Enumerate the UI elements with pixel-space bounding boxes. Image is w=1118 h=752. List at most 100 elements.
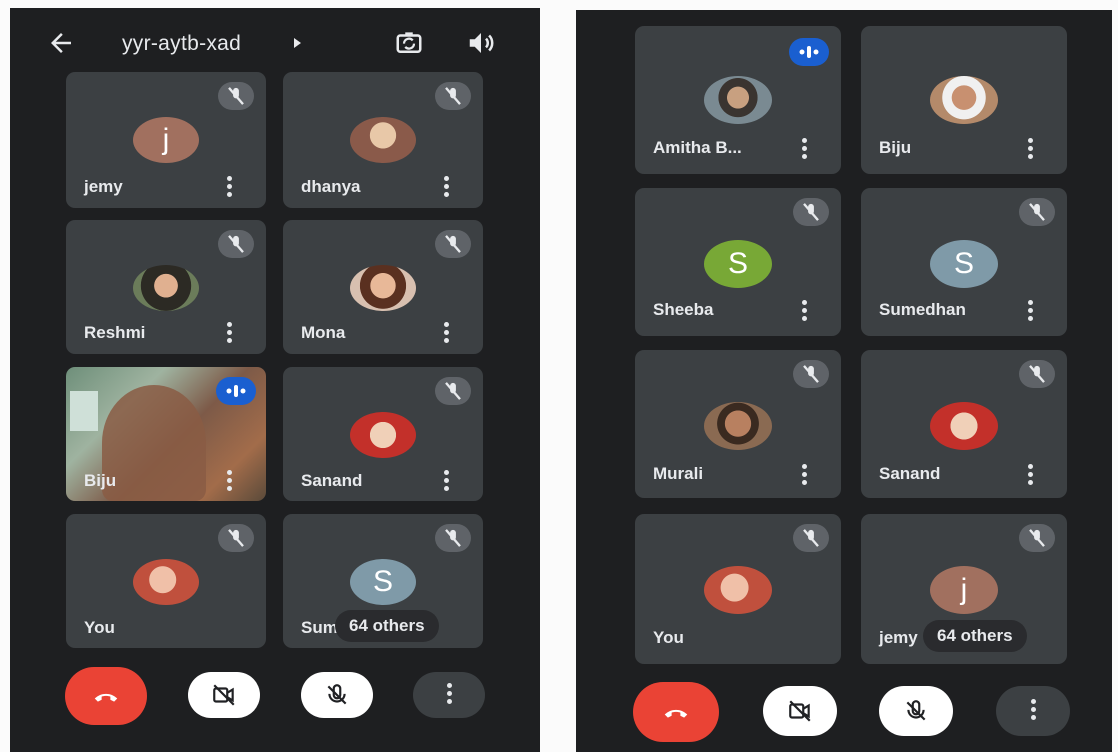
- mic-toggle-button[interactable]: [879, 686, 953, 736]
- chevron-right-icon[interactable]: [294, 38, 301, 48]
- hang-up-button[interactable]: [633, 682, 719, 742]
- mic-off-icon: [793, 524, 829, 552]
- more-vert-icon[interactable]: [443, 470, 449, 494]
- mic-off-icon: [1019, 198, 1055, 226]
- participant-name: Sanand: [879, 464, 941, 483]
- participant-name: You: [653, 628, 684, 647]
- more-vert-icon[interactable]: [226, 470, 232, 494]
- participant-tile[interactable]: Reshmi: [66, 220, 266, 354]
- mic-off-icon: [435, 524, 471, 552]
- mic-toggle-button[interactable]: [301, 672, 373, 718]
- avatar: [133, 265, 199, 311]
- participant-name: dhanya: [301, 177, 361, 196]
- more-vert-icon[interactable]: [801, 464, 807, 488]
- more-vert-icon[interactable]: [226, 176, 232, 200]
- more-vert-icon[interactable]: [443, 322, 449, 346]
- speaking-indicator-icon: [789, 38, 829, 66]
- more-vert-icon[interactable]: [1027, 138, 1033, 162]
- avatar: j: [133, 117, 199, 163]
- phone-hangup-icon: [94, 693, 118, 702]
- avatar: [704, 76, 772, 124]
- video-feed: [102, 385, 206, 501]
- others-count-chip[interactable]: 64 others: [923, 620, 1027, 652]
- participant-name: jemy: [879, 628, 918, 647]
- mic-off-icon: [1019, 524, 1055, 552]
- switch-camera-icon[interactable]: [394, 28, 424, 58]
- participant-tile[interactable]: You: [635, 514, 841, 664]
- participant-tile[interactable]: Amitha B...: [635, 26, 841, 174]
- participant-tile[interactable]: Sanand: [861, 350, 1067, 498]
- participant-name: Biju: [84, 471, 117, 490]
- participant-name: Sheeba: [653, 300, 714, 319]
- avatar: [350, 265, 416, 311]
- avatar: [930, 76, 998, 124]
- participant-tile[interactable]: Murali: [635, 350, 841, 498]
- back-arrow-icon[interactable]: [46, 28, 76, 58]
- avatar: S: [930, 240, 998, 288]
- avatar: [704, 566, 772, 614]
- more-vert-icon[interactable]: [226, 322, 232, 346]
- camera-off-icon: [789, 700, 811, 722]
- avatar: S: [350, 559, 416, 605]
- camera-toggle-button[interactable]: [763, 686, 837, 736]
- participant-name: Murali: [653, 464, 704, 483]
- video-window: [70, 391, 98, 431]
- mic-off-icon: [906, 700, 926, 721]
- avatar: j: [930, 566, 998, 614]
- right-phone-screen: Amitha B... Biju S Sheeba S Sumedhan Mur…: [576, 10, 1112, 752]
- participant-tile[interactable]: S Sumedhan: [861, 188, 1067, 336]
- participant-name: Sumedhan: [879, 300, 966, 319]
- participant-tile[interactable]: Mona: [283, 220, 483, 354]
- participant-name: jemy: [84, 177, 123, 196]
- phone-hangup-icon: [664, 709, 688, 718]
- participant-name: Sum: [301, 618, 338, 637]
- camera-off-icon: [213, 684, 235, 706]
- mic-off-icon: [793, 360, 829, 388]
- participant-tile[interactable]: j jemy: [66, 72, 266, 208]
- participant-name: Amitha B...: [653, 138, 742, 157]
- participant-tile[interactable]: Sanand: [283, 367, 483, 501]
- avatar: S: [704, 240, 772, 288]
- avatar: [704, 402, 772, 450]
- mic-off-icon: [218, 230, 254, 258]
- mic-off-icon: [793, 198, 829, 226]
- participant-name: Reshmi: [84, 323, 146, 342]
- more-vert-icon[interactable]: [443, 176, 449, 200]
- more-vert-icon: [1030, 699, 1036, 723]
- participant-tile[interactable]: Biju: [861, 26, 1067, 174]
- camera-toggle-button[interactable]: [188, 672, 260, 718]
- more-vert-icon[interactable]: [1027, 300, 1033, 324]
- more-vert-icon[interactable]: [1027, 464, 1033, 488]
- avatar: [930, 402, 998, 450]
- mic-off-icon: [435, 82, 471, 110]
- mic-off-icon: [435, 377, 471, 405]
- participant-name: Mona: [301, 323, 346, 342]
- participant-name: Biju: [879, 138, 912, 157]
- meeting-code[interactable]: yyr-aytb-xad: [122, 32, 241, 56]
- mic-off-icon: [218, 524, 254, 552]
- participant-tile[interactable]: dhanya: [283, 72, 483, 208]
- more-vert-icon[interactable]: [801, 300, 807, 324]
- participant-tile[interactable]: S Sum 64 others: [283, 514, 483, 648]
- participant-video-tile[interactable]: Biju: [66, 367, 266, 501]
- more-options-button[interactable]: [413, 672, 485, 718]
- left-phone-screen: yyr-aytb-xad j jemy dhanya Reshmi Mona B…: [10, 8, 540, 752]
- more-vert-icon: [446, 683, 452, 707]
- top-bar: yyr-aytb-xad: [10, 8, 540, 70]
- speaker-icon[interactable]: [466, 28, 496, 58]
- mic-off-icon: [435, 230, 471, 258]
- mic-off-icon: [1019, 360, 1055, 388]
- mic-off-icon: [327, 684, 347, 705]
- mic-off-icon: [218, 82, 254, 110]
- hang-up-button[interactable]: [65, 667, 147, 725]
- avatar: [133, 559, 199, 605]
- avatar: [350, 117, 416, 163]
- others-count-chip[interactable]: 64 others: [335, 610, 439, 642]
- more-options-button[interactable]: [996, 686, 1070, 736]
- participant-name: You: [84, 618, 115, 637]
- more-vert-icon[interactable]: [801, 138, 807, 162]
- participant-tile[interactable]: You: [66, 514, 266, 648]
- avatar: [350, 412, 416, 458]
- participant-tile[interactable]: S Sheeba: [635, 188, 841, 336]
- participant-tile[interactable]: j jemy 64 others: [861, 514, 1067, 664]
